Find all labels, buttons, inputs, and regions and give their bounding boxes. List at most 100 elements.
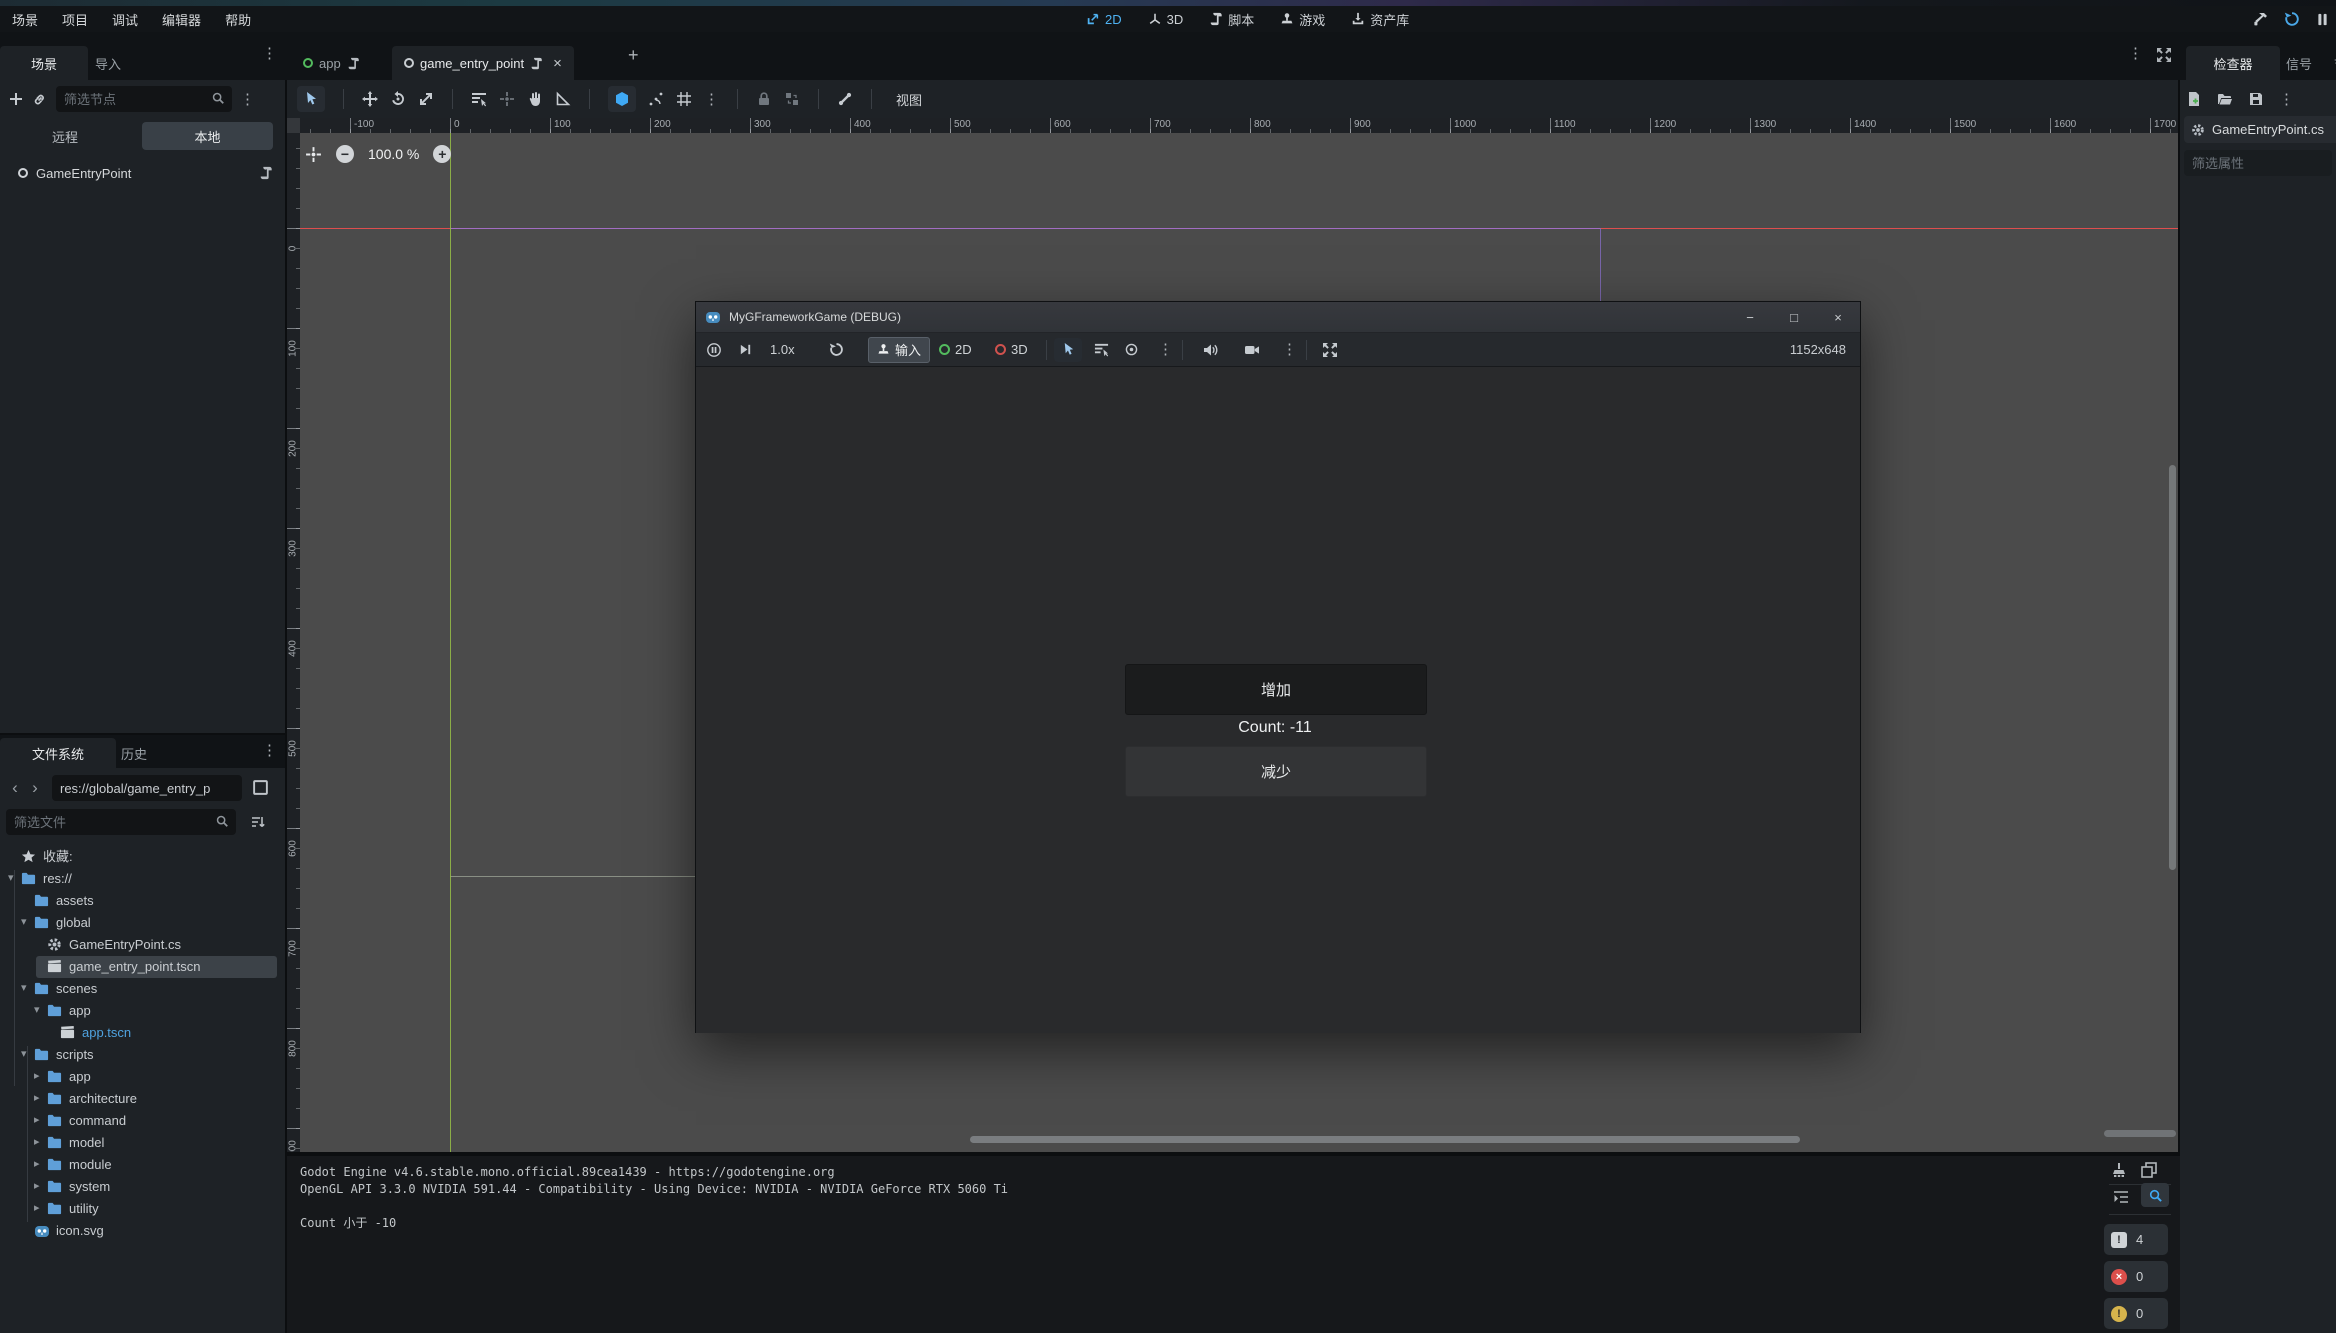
next-frame-button[interactable] xyxy=(738,333,753,366)
filter-nodes-search[interactable] xyxy=(56,86,232,112)
v-scrollbar-thumb[interactable] xyxy=(2169,465,2176,870)
distraction-free-icon[interactable] xyxy=(2156,47,2172,63)
scene-dock-menu-icon[interactable]: ⋮ xyxy=(262,46,277,61)
current-path-field[interactable] xyxy=(52,775,242,801)
increase-button[interactable]: 增加 xyxy=(1125,664,1427,715)
input-mode-button[interactable]: 输入 xyxy=(868,333,930,366)
tree-expander-icon[interactable]: ▾ xyxy=(21,915,27,928)
file-tree-item[interactable]: ▸model xyxy=(0,1132,285,1154)
file-tree-item[interactable]: ▾res:// xyxy=(0,868,285,890)
file-tree-item[interactable]: ▾scenes xyxy=(0,978,285,1000)
zoom-out-button[interactable]: − xyxy=(336,145,354,163)
remote-button[interactable]: 远程 xyxy=(30,123,100,149)
file-tree-item[interactable]: assets xyxy=(0,890,285,912)
file-tree-item[interactable]: ▸command xyxy=(0,1110,285,1132)
camera-override-button[interactable] xyxy=(1244,333,1260,366)
time-scale-button[interactable]: 1.0x xyxy=(770,333,795,366)
scene-tree-menu-icon[interactable]: ⋮ xyxy=(240,92,255,107)
reset-speed-button[interactable] xyxy=(829,333,844,366)
workspace-tab-game[interactable]: 游戏 xyxy=(1280,10,1325,29)
minimize-button[interactable]: − xyxy=(1728,302,1772,332)
snap-options-menu-icon[interactable]: ⋮ xyxy=(704,92,719,107)
close-button[interactable]: × xyxy=(1816,302,1860,332)
filter-files-input[interactable] xyxy=(6,809,236,835)
instance-scene-icon[interactable] xyxy=(32,91,48,107)
message-count-badge[interactable]: ! 4 xyxy=(2104,1224,2168,1255)
filter-properties-input[interactable] xyxy=(2184,150,2332,176)
scene-tab-game-entry-point[interactable]: game_entry_point × xyxy=(392,46,574,80)
game-window-titlebar[interactable]: MyGFrameworkGame (DEBUG) − □ × xyxy=(696,302,1860,333)
new-resource-icon[interactable] xyxy=(2186,91,2202,107)
open-script-icon[interactable] xyxy=(259,166,273,180)
file-tree-item[interactable]: app.tscn xyxy=(0,1022,285,1044)
audio-mute-button[interactable] xyxy=(1202,333,1218,366)
game-debug-window[interactable]: MyGFrameworkGame (DEBUG) − □ × 1.0x 输入 2… xyxy=(696,302,1860,1032)
tree-expander-icon[interactable]: ▾ xyxy=(21,1047,27,1060)
workspace-tab-script[interactable]: 脚本 xyxy=(1209,10,1254,29)
collapse-messages-icon[interactable] xyxy=(2113,1189,2129,1205)
inspector-menu-icon[interactable]: ⋮ xyxy=(2279,92,2294,107)
load-resource-icon[interactable] xyxy=(2217,91,2233,107)
filter-properties-search[interactable] xyxy=(2184,150,2332,176)
menu-scene[interactable]: 场景 xyxy=(0,6,50,32)
dock-tab-node[interactable]: 节点 xyxy=(2322,46,2336,80)
add-node-icon[interactable] xyxy=(8,91,24,107)
workspace-tab-2d[interactable]: 2D xyxy=(1086,12,1122,27)
tree-expander-icon[interactable]: ▸ xyxy=(34,1135,40,1148)
split-mode-icon[interactable] xyxy=(252,779,269,796)
edited-object-button[interactable]: GameEntryPoint.cs xyxy=(2184,116,2336,143)
local-button[interactable]: 本地 xyxy=(142,122,273,150)
file-tree-item[interactable]: icon.svg xyxy=(0,1220,285,1242)
tree-expander-icon[interactable]: ▸ xyxy=(34,1201,40,1214)
script-icon[interactable] xyxy=(347,57,360,70)
filesystem-menu-icon[interactable]: ⋮ xyxy=(262,743,277,758)
view-menu-button[interactable]: 视图 xyxy=(890,90,922,109)
sort-files-icon[interactable] xyxy=(250,814,266,830)
game-pick-button[interactable] xyxy=(1124,333,1139,366)
game-list-select-button[interactable] xyxy=(1094,333,1109,366)
file-tree-item[interactable]: ▾global xyxy=(0,912,285,934)
tree-expander-icon[interactable]: ▾ xyxy=(8,871,14,884)
search-output-button[interactable] xyxy=(2141,1183,2169,1207)
error-count-badge[interactable]: × 0 xyxy=(2104,1261,2168,1292)
tree-expander-icon[interactable]: ▾ xyxy=(34,1003,40,1016)
close-tab-icon[interactable]: × xyxy=(553,55,562,72)
copy-output-icon[interactable] xyxy=(2141,1162,2157,1178)
restart-scene-icon[interactable] xyxy=(2284,11,2300,27)
file-tree-item[interactable]: ▸app xyxy=(0,1066,285,1088)
select-mode-3d-button[interactable]: 3D xyxy=(995,333,1028,366)
rotate-tool-icon[interactable] xyxy=(390,91,406,107)
file-tree-item[interactable]: ▸architecture xyxy=(0,1088,285,1110)
embed-fullscreen-button[interactable] xyxy=(1322,333,1338,366)
game-select-menu-icon[interactable]: ⋮ xyxy=(1158,333,1173,366)
workspace-tab-3d[interactable]: 3D xyxy=(1148,12,1184,27)
tree-expander-icon[interactable]: ▸ xyxy=(34,1157,40,1170)
file-tree-item[interactable]: ▾scripts xyxy=(0,1044,285,1066)
menu-help[interactable]: 帮助 xyxy=(213,6,263,32)
file-tree-item[interactable]: 收藏: xyxy=(0,846,285,868)
center-view-icon[interactable] xyxy=(305,146,322,163)
pivot-tool-icon[interactable] xyxy=(499,91,515,107)
tree-expander-icon[interactable]: ▾ xyxy=(21,981,27,994)
pan-tool-icon[interactable] xyxy=(527,91,543,107)
camera-menu-icon[interactable]: ⋮ xyxy=(1282,333,1297,366)
filter-files-search[interactable] xyxy=(6,809,236,835)
decrease-button[interactable]: 减少 xyxy=(1125,746,1427,797)
scene-tree-root-node[interactable]: GameEntryPoint xyxy=(2,160,283,186)
menu-debug[interactable]: 调试 xyxy=(100,6,150,32)
file-tree-item[interactable]: ▸system xyxy=(0,1176,285,1198)
nav-back-icon[interactable]: ‹ xyxy=(6,776,24,800)
tree-expander-icon[interactable]: ▸ xyxy=(34,1091,40,1104)
grid-snap-icon[interactable] xyxy=(676,91,692,107)
group-node-icon[interactable] xyxy=(784,91,800,107)
new-scene-tab-button[interactable]: + xyxy=(628,45,639,66)
file-tree-item[interactable]: GameEntryPoint.cs xyxy=(0,934,285,956)
h-scrollbar-thumb[interactable] xyxy=(970,1136,1800,1143)
smart-snap-button[interactable] xyxy=(608,86,636,112)
scene-tabs-menu-icon[interactable]: ⋮ xyxy=(2128,46,2143,61)
pause-scene-icon[interactable] xyxy=(2315,12,2330,27)
dock-tab-import[interactable]: 导入 xyxy=(64,46,152,80)
move-tool-icon[interactable] xyxy=(362,91,378,107)
script-icon[interactable] xyxy=(530,57,543,70)
zoom-in-button[interactable]: + xyxy=(433,145,451,163)
